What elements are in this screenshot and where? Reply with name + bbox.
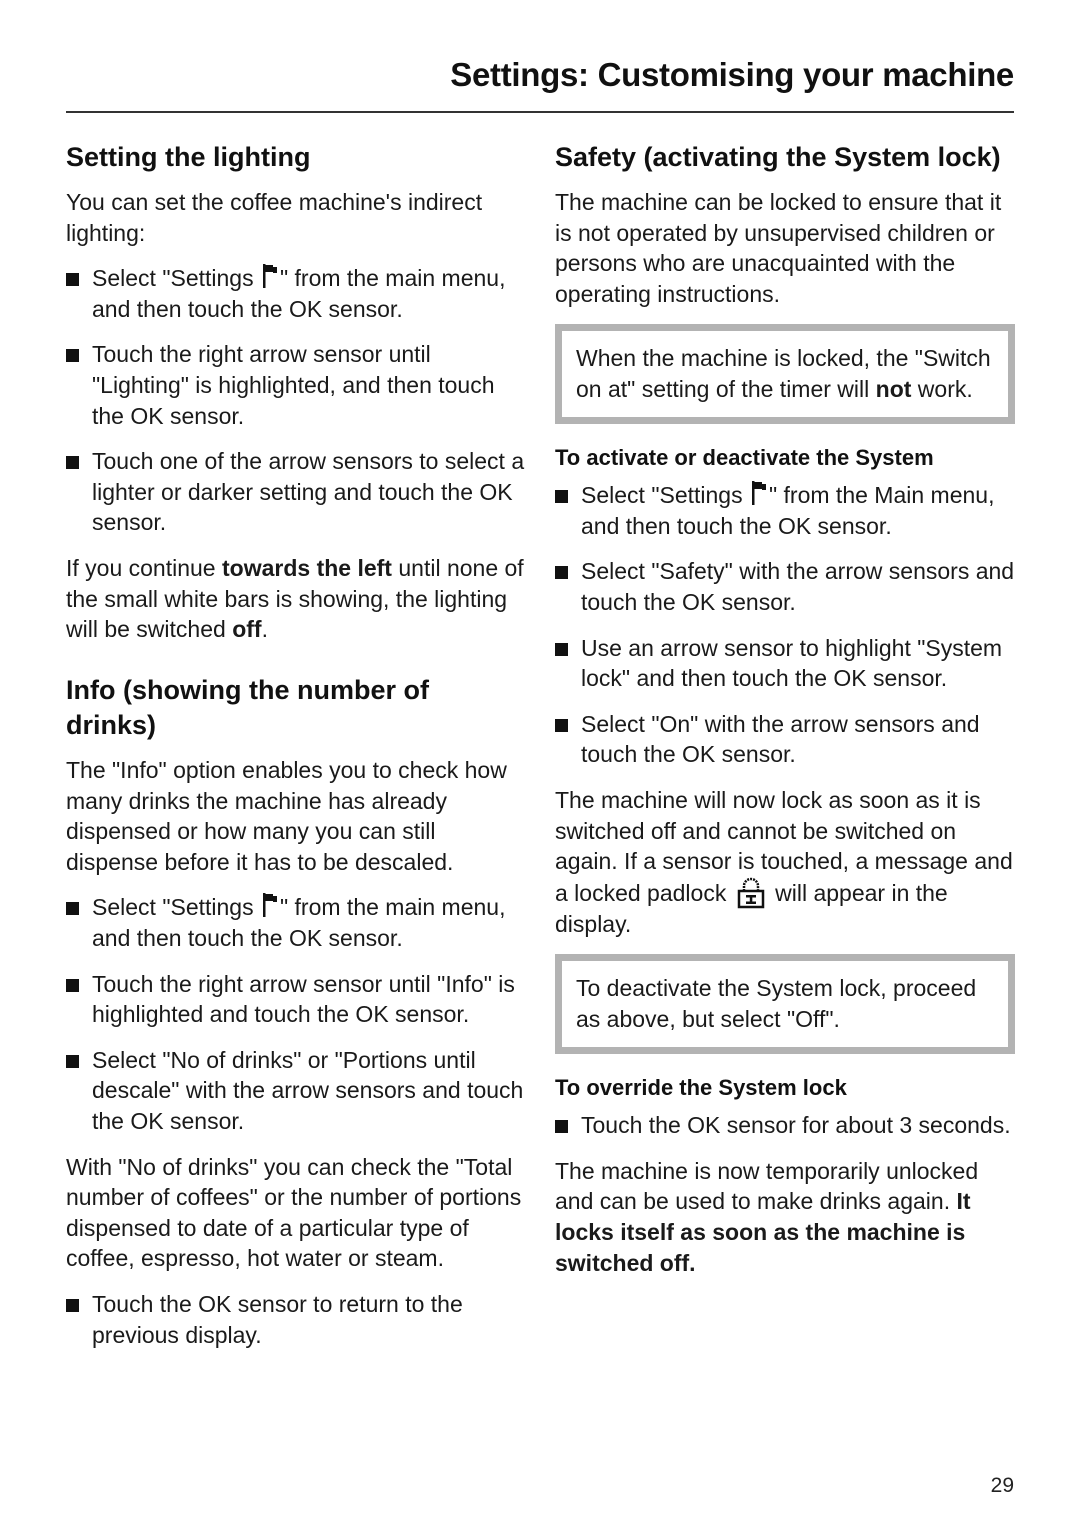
bullet-icon xyxy=(66,349,79,363)
subheading-override: To override the System lock xyxy=(555,1074,847,1100)
note-box-deactivate: To deactivate the System lock, proceed a… xyxy=(555,954,1015,1054)
page-number: 29 xyxy=(990,1474,1014,1497)
bullet-icon xyxy=(555,566,568,580)
note-text: To deactivate the System lock, proceed a… xyxy=(576,975,977,1032)
list-item: Select "On" with the arrow sensors and t… xyxy=(555,709,1015,770)
subheading-activate: To activate or deactivate the System xyxy=(555,444,934,470)
note-box-timer: When the machine is locked, the "Switch … xyxy=(555,324,1015,424)
info-middle: With "No of drinks" you can check the "T… xyxy=(66,1153,522,1272)
bullet-icon xyxy=(66,902,79,916)
info-intro: The "Info" option enables you to check h… xyxy=(66,757,507,875)
settings-flag-icon xyxy=(262,264,277,289)
lock-paragraph: The machine will now lock as soon as it … xyxy=(555,787,1013,937)
settings-flag-icon xyxy=(262,893,277,918)
info-last-steps: Touch the OK sensor to return to the pre… xyxy=(66,1289,526,1350)
bullet-icon xyxy=(555,718,568,732)
override-steps: Touch the OK sensor for about 3 seconds. xyxy=(555,1110,1015,1141)
list-item: Touch the right arrow sensor until "Info… xyxy=(66,969,526,1030)
lighting-intro: You can set the coffee machine's indirec… xyxy=(66,189,483,246)
safety-steps: Select "Settings " from the Main menu, a… xyxy=(555,480,1015,770)
header-divider xyxy=(66,111,1014,113)
list-item: Select "Settings " from the main menu, a… xyxy=(66,892,526,953)
list-item: Use an arrow sensor to highlight "System… xyxy=(555,633,1015,694)
bullet-icon xyxy=(555,1120,568,1134)
bullet-icon xyxy=(555,490,568,504)
bullet-icon xyxy=(66,978,79,992)
bullet-icon xyxy=(66,456,79,470)
list-item: Select "Settings " from the Main menu, a… xyxy=(555,480,1015,541)
bullet-icon xyxy=(66,1054,79,1068)
bullet-icon xyxy=(66,1298,79,1312)
list-item: Touch the OK sensor to return to the pre… xyxy=(66,1289,526,1350)
list-item: Touch the OK sensor for about 3 seconds. xyxy=(555,1110,1015,1141)
left-column: Setting the lighting You can set the cof… xyxy=(66,140,526,1365)
list-item: Select "No of drinks" or "Portions until… xyxy=(66,1045,526,1137)
section-heading-safety: Safety (activating the System lock) xyxy=(555,142,1001,172)
safety-intro: The machine can be locked to ensure that… xyxy=(555,189,1002,307)
section-heading-lighting: Setting the lighting xyxy=(66,142,311,172)
info-steps: Select "Settings " from the main menu, a… xyxy=(66,892,526,1136)
right-column: Safety (activating the System lock) The … xyxy=(555,140,1015,1293)
section-heading-info: Info (showing the number of drinks) xyxy=(66,674,429,740)
list-item: Touch one of the arrow sensors to select… xyxy=(66,446,526,538)
bullet-icon xyxy=(66,273,79,287)
lighting-steps: Select "Settings " from the main menu, a… xyxy=(66,263,526,538)
list-item: Select "Settings " from the main menu, a… xyxy=(66,263,526,324)
padlock-icon xyxy=(737,877,764,909)
note-text: When the machine is locked, the "Switch … xyxy=(576,345,991,403)
page-title: Settings: Customising your machine xyxy=(450,56,1014,93)
list-item: Touch the right arrow sensor until "Ligh… xyxy=(66,339,526,431)
lighting-outro: If you continue towards the left until n… xyxy=(66,555,524,643)
list-item: Select "Safety" with the arrow sensors a… xyxy=(555,556,1015,617)
bullet-icon xyxy=(555,642,568,656)
final-paragraph: The machine is now temporarily unlocked … xyxy=(555,1157,979,1276)
settings-flag-icon xyxy=(751,481,766,506)
